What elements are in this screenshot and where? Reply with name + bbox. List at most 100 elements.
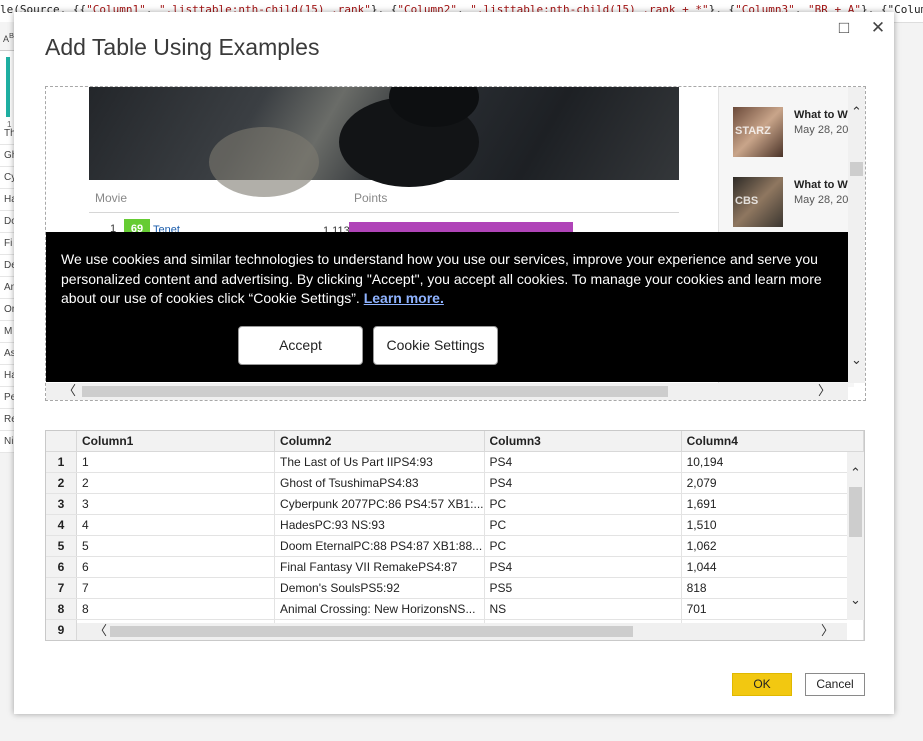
points-column-label: Points — [354, 191, 388, 205]
table-cell[interactable]: NS — [484, 598, 682, 620]
scroll-right-icon[interactable]: 〉 — [818, 384, 831, 397]
column-header[interactable]: Column1 — [76, 431, 276, 452]
article-thumbnail[interactable]: CBS — [733, 177, 783, 227]
article-heading[interactable]: What to W — [794, 109, 848, 121]
column-header[interactable]: Column4 — [681, 431, 864, 452]
table-cell[interactable]: Animal Crossing: New HorizonsNS... — [274, 598, 485, 620]
scroll-left-icon[interactable]: 〈 — [63, 384, 76, 397]
article-date: May 28, 20 — [794, 124, 849, 136]
table-cell[interactable]: PS4 — [484, 556, 682, 578]
table-cell[interactable]: 6 — [76, 556, 276, 578]
background-grid: AB ThGhCyHaDoFiDeAnOrMAsHaPeReNi 1 — [0, 22, 15, 453]
background-grid-cell: Cy — [0, 167, 14, 189]
table-cell[interactable]: PS4 — [484, 472, 682, 494]
table-cell[interactable]: 1,691 — [681, 493, 864, 515]
quality-bar — [6, 57, 10, 117]
scroll-up-icon[interactable]: ⌃ — [850, 466, 861, 479]
cookie-settings-button[interactable]: Cookie Settings — [373, 326, 498, 365]
table-cell[interactable]: 1,044 — [681, 556, 864, 578]
scroll-up-icon[interactable]: ⌃ — [851, 105, 862, 118]
background-grid-cell: Fi — [0, 233, 14, 255]
background-grid-cell: M — [0, 321, 14, 343]
scroll-thumb[interactable] — [82, 386, 668, 397]
table-horizontal-scrollbar[interactable]: 〈 〉 — [77, 623, 847, 640]
row-number: 9 — [46, 619, 77, 640]
table-cell[interactable]: 818 — [681, 577, 864, 599]
row-number: 8 — [46, 598, 77, 620]
background-grid-cell: De — [0, 255, 14, 277]
table-cell[interactable]: Cyberpunk 2077PC:86 PS4:57 XB1:... — [274, 493, 485, 515]
table-cell[interactable]: 1,510 — [681, 514, 864, 536]
table-cell[interactable]: 2 — [76, 472, 276, 494]
background-grid-cell: An — [0, 277, 14, 299]
background-grid-cell: Ni — [0, 431, 14, 453]
background-grid-cell: Do — [0, 211, 14, 233]
ok-button[interactable]: OK — [732, 673, 792, 696]
table-row[interactable]: 8 8 Animal Crossing: New HorizonsNS... NS 70… — [46, 598, 864, 620]
table-cell[interactable]: 10,194 — [681, 451, 864, 473]
preview-horizontal-scrollbar[interactable]: 〈 〉 — [46, 383, 848, 400]
row-number: 5 — [46, 535, 77, 557]
scroll-thumb[interactable] — [849, 487, 862, 537]
close-icon[interactable]: ✕ — [868, 18, 888, 38]
column-header[interactable]: Column3 — [484, 431, 682, 452]
table-cell[interactable]: PS4 — [484, 451, 682, 473]
restore-icon[interactable]: □ — [834, 18, 854, 38]
table-cell[interactable]: 7 — [76, 577, 276, 599]
table-cell[interactable]: HadesPC:93 NS:93 — [274, 514, 485, 536]
table-row[interactable]: 5 5 Doom EternalPC:88 PS4:87 XB1:88... PC 1,… — [46, 535, 864, 557]
article-thumbnail[interactable]: STARZ — [733, 107, 783, 157]
scroll-right-icon[interactable]: 〉 — [821, 624, 834, 637]
table-cell[interactable]: Doom EternalPC:88 PS4:87 XB1:88... — [274, 535, 485, 557]
table-row[interactable]: 6 6 Final Fantasy VII RemakePS4:87 PS4 1,044 — [46, 556, 864, 578]
background-grid-header: AB — [0, 22, 14, 51]
table-cell[interactable]: 5 — [76, 535, 276, 557]
table-cell[interactable]: PC — [484, 514, 682, 536]
movie-column-label: Movie — [95, 191, 128, 205]
table-cell[interactable]: Ghost of TsushimaPS4:83 — [274, 472, 485, 494]
table-cell[interactable]: PS5 — [484, 577, 682, 599]
row-number: 6 — [46, 556, 77, 578]
cookie-message: We use cookies and similar technologies … — [61, 250, 836, 309]
table-cell[interactable]: Final Fantasy VII RemakePS4:87 — [274, 556, 485, 578]
table-cell[interactable]: PC — [484, 493, 682, 515]
table-cell[interactable]: 1 — [76, 451, 276, 473]
scroll-down-icon[interactable]: ⌄ — [850, 593, 861, 606]
table-row[interactable]: 4 4 HadesPC:93 NS:93 PC 1,510 — [46, 514, 864, 536]
scroll-down-icon[interactable]: ⌄ — [851, 353, 862, 366]
scroll-thumb[interactable] — [850, 162, 863, 176]
table-header-row: Column1 Column2 Column3 Column4 — [46, 431, 864, 452]
table-cell[interactable]: The Last of Us Part IIPS4:93 — [274, 451, 485, 473]
row-number: 2 — [46, 472, 77, 494]
learn-more-link[interactable]: Learn more. — [364, 290, 444, 306]
table-cell[interactable]: 8 — [76, 598, 276, 620]
table-cell[interactable]: 3 — [76, 493, 276, 515]
article-heading[interactable]: What to W — [794, 179, 848, 191]
column-header[interactable]: Column2 — [274, 431, 485, 452]
accept-button[interactable]: Accept — [238, 326, 363, 365]
cancel-button[interactable]: Cancel — [805, 673, 865, 696]
background-grid-cell: Ha — [0, 365, 14, 387]
table-cell[interactable]: PC — [484, 535, 682, 557]
table-cell[interactable]: 1,062 — [681, 535, 864, 557]
table-row[interactable]: 2 2 Ghost of TsushimaPS4:83 PS4 2,079 — [46, 472, 864, 494]
thumbnail-tag: STARZ — [735, 125, 771, 137]
web-preview[interactable]: Movie Points 1 69 Tenet 1,113 STARZ What… — [45, 86, 866, 401]
table-cell[interactable]: 4 — [76, 514, 276, 536]
table-row[interactable]: 3 3 Cyberpunk 2077PC:86 PS4:57 XB1:... PC 1,… — [46, 493, 864, 515]
table-cell[interactable]: 2,079 — [681, 472, 864, 494]
table-row[interactable]: 1 1 The Last of Us Part IIPS4:93 PS4 10,194 — [46, 451, 864, 473]
table-row[interactable]: 7 7 Demon's SoulsPS5:92 PS5 818 — [46, 577, 864, 599]
preview-vertical-scrollbar[interactable]: ⌃ ⌄ — [848, 87, 865, 383]
background-grid-cell: Pe — [0, 387, 14, 409]
add-table-dialog: Add Table Using Examples □ ✕ Movie Point… — [14, 12, 894, 714]
scroll-left-icon[interactable]: 〈 — [94, 624, 107, 637]
table-vertical-scrollbar[interactable]: ⌃ ⌄ — [847, 452, 864, 620]
background-grid-cell: Or — [0, 299, 14, 321]
table-cell[interactable]: 701 — [681, 598, 864, 620]
table-cell[interactable]: Demon's SoulsPS5:92 — [274, 577, 485, 599]
row-number: 4 — [46, 514, 77, 536]
results-table: Column1 Column2 Column3 Column4 1 1 The La… — [45, 430, 865, 641]
scroll-thumb[interactable] — [110, 626, 633, 637]
row-number: 7 — [46, 577, 77, 599]
